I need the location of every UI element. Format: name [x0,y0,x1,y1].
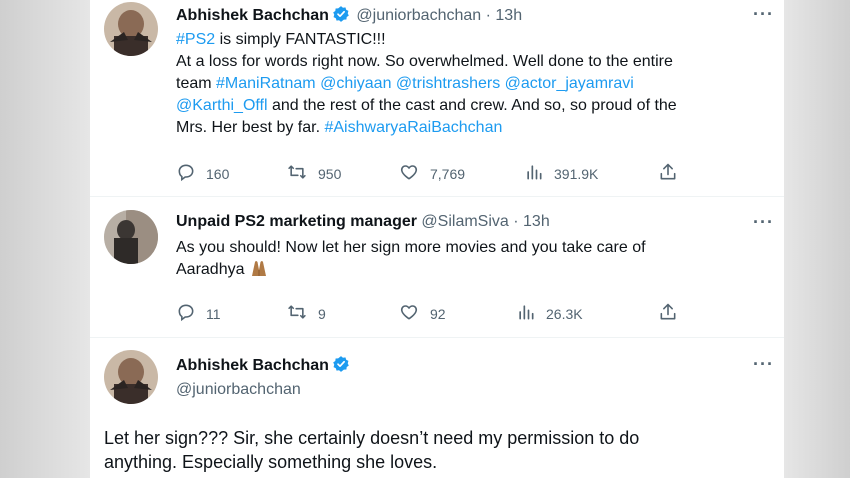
mention-link[interactable]: @Karthi_Offl [176,97,268,114]
mention-link[interactable]: @trishtrashers [396,75,500,92]
reply-button[interactable]: 160 [176,162,229,185]
tweet-text: #PS2 is simply FANTASTIC!!! At a loss fo… [176,29,776,139]
reply-button[interactable]: 11 [176,302,221,325]
like-count: 92 [430,305,446,322]
text-span: and the rest of the cast and crew. And s… [267,97,677,114]
tweet-thread: Abhishek Bachchan @juniorbachchan · 13h … [90,0,784,478]
like-button[interactable]: 7,769 [398,162,465,185]
avatar[interactable] [104,210,158,264]
author-handle[interactable]: @juniorbachchan [356,7,481,24]
like-icon [398,162,430,185]
views-icon [516,302,546,325]
views-button[interactable]: 391.9K [524,162,598,185]
retweet-count: 950 [318,165,342,182]
action-bar: 160 950 7,769 391.9K [176,162,776,184]
retweet-icon [286,302,318,325]
more-icon[interactable]: ··· [753,212,774,233]
tweet-focused-reply[interactable]: Abhishek Bachchan @juniorbachchan ··· Le… [90,338,784,478]
retweet-button[interactable]: 9 [286,302,326,325]
share-icon [658,302,688,325]
text-line: Let her sign??? Sir, she certainly doesn… [104,428,640,448]
more-icon[interactable]: ··· [753,354,774,375]
like-button[interactable]: 92 [398,302,446,325]
text-span: team [176,75,217,92]
views-icon [524,162,554,185]
tweet-text: Let her sign??? Sir, she certainly doesn… [104,426,774,474]
avatar[interactable] [104,350,158,404]
like-icon [398,302,430,325]
hashtag-link[interactable]: #ManiRatnam [216,75,316,92]
share-button[interactable] [658,162,688,185]
author-name[interactable]: Abhishek Bachchan [176,357,329,374]
tweet-reply[interactable]: Unpaid PS2 marketing manager @SilamSiva … [90,197,784,337]
folded-hands-emoji [249,259,269,284]
right-backdrop [784,0,850,478]
reply-count: 11 [206,305,221,322]
author-handle[interactable]: @juniorbachchan [176,381,301,399]
reply-icon [176,162,206,185]
mention-link[interactable]: @actor_jayamravi [505,75,634,92]
dot-separator: · [513,213,519,230]
hashtag-link[interactable]: #PS2 [176,31,215,48]
author-handle[interactable]: @SilamSiva [421,213,508,230]
tweet-original[interactable]: Abhishek Bachchan @juniorbachchan · 13h … [90,0,784,196]
timestamp[interactable]: 13h [495,7,522,24]
hashtag-link[interactable]: #AishwaryaRaiBachchan [324,119,502,136]
retweet-button[interactable]: 950 [286,162,341,185]
like-count: 7,769 [430,165,466,182]
text-line: At a loss for words right now. So overwh… [176,53,673,70]
retweet-count: 9 [318,305,326,322]
tweet-text: As you should! Now let her sign more mov… [176,237,776,284]
reply-count: 160 [206,165,230,182]
verified-badge-icon [332,5,350,28]
text-line: anything. Especially something she loves… [104,452,438,472]
views-count: 391.9K [554,165,599,182]
retweet-icon [286,162,318,185]
views-button[interactable]: 26.3K [516,302,583,325]
text-span: Aaradhya [176,261,245,278]
author-name[interactable]: Abhishek Bachchan [176,7,329,24]
text-span: is simply FANTASTIC!!! [215,31,386,48]
text-line: As you should! Now let her sign more mov… [176,239,646,256]
dot-separator: · [485,7,491,24]
reply-icon [176,302,206,325]
author-name[interactable]: Unpaid PS2 marketing manager [176,213,417,230]
timestamp[interactable]: 13h [523,213,550,230]
views-count: 26.3K [546,305,583,322]
more-icon[interactable]: ··· [753,4,774,25]
share-icon [658,162,688,185]
mention-link[interactable]: @chiyaan [320,75,391,92]
text-span: Mrs. Her best by far. [176,119,325,136]
share-button[interactable] [658,302,688,325]
left-backdrop [0,0,90,478]
action-bar: 11 9 92 26.3K [176,302,776,324]
avatar[interactable] [104,2,158,56]
verified-badge-icon [332,355,350,378]
